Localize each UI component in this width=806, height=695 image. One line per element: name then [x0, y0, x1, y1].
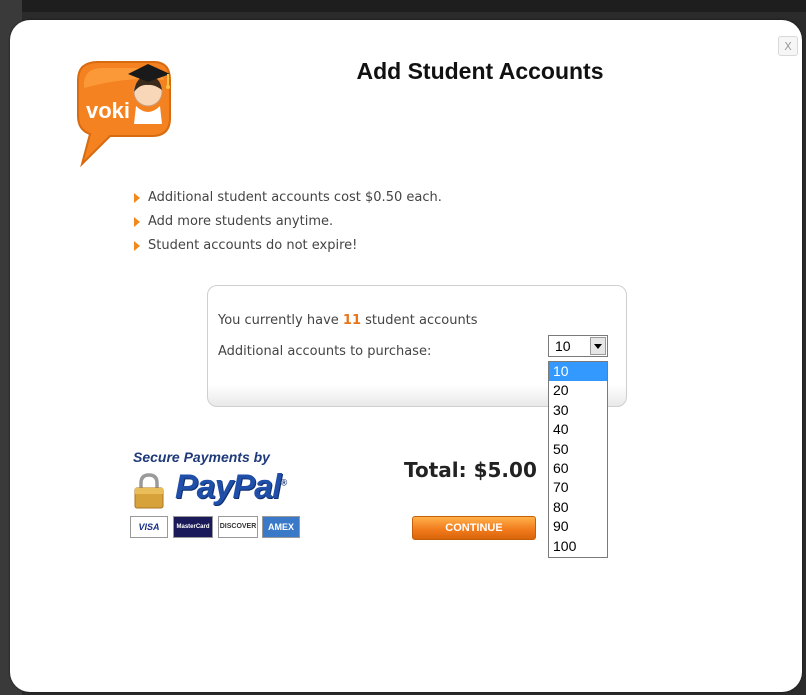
- continue-button[interactable]: CONTINUE: [412, 516, 536, 540]
- quantity-dropdown-list: 10 20 30 40 50 60 70 80 90 100: [548, 361, 608, 558]
- mastercard-card-icon: MasterCard: [173, 516, 213, 538]
- bullet-item: Student accounts do not expire!: [132, 234, 442, 258]
- dropdown-option[interactable]: 10: [549, 362, 607, 382]
- chevron-down-icon[interactable]: [590, 337, 606, 355]
- dialog-title: Add Student Accounts: [356, 58, 604, 84]
- triangle-bullet-icon: [134, 241, 140, 251]
- accounts-quantity-select[interactable]: 10: [548, 335, 608, 357]
- select-value: 10: [555, 338, 571, 354]
- dropdown-option[interactable]: 50: [549, 440, 607, 459]
- triangle-bullet-icon: [134, 217, 140, 227]
- purchase-label: Additional accounts to purchase:: [218, 344, 432, 359]
- bullet-text: Add more students anytime.: [148, 214, 334, 229]
- info-bullet-list: Additional student accounts cost $0.50 e…: [132, 186, 442, 258]
- voki-logo: voki: [77, 61, 171, 168]
- dropdown-option[interactable]: 30: [549, 401, 607, 420]
- current-suffix: student accounts: [365, 313, 478, 328]
- backdrop: [0, 0, 806, 12]
- current-account-count: 11: [342, 313, 362, 328]
- dropdown-option[interactable]: 70: [549, 478, 607, 497]
- dropdown-option[interactable]: 20: [549, 381, 607, 400]
- triangle-bullet-icon: [134, 193, 140, 203]
- bullet-text: Additional student accounts cost $0.50 e…: [148, 190, 442, 205]
- registered-mark: ®: [280, 477, 288, 488]
- visa-card-icon: VISA: [130, 516, 168, 538]
- bullet-item: Add more students anytime.: [132, 210, 442, 234]
- discover-card-icon: DISCOVER: [218, 516, 258, 538]
- paypal-logo: PayPal®: [175, 468, 288, 507]
- bullet-item: Additional student accounts cost $0.50 e…: [132, 186, 442, 210]
- dropdown-option[interactable]: 40: [549, 420, 607, 439]
- dropdown-option[interactable]: 100: [549, 537, 607, 556]
- bullet-text: Student accounts do not expire!: [148, 238, 358, 253]
- current-accounts-text: You currently have 11 student accounts: [218, 313, 478, 328]
- dropdown-option[interactable]: 80: [549, 498, 607, 517]
- current-prefix: You currently have: [218, 313, 339, 328]
- logo-text: voki: [86, 98, 130, 123]
- dropdown-option[interactable]: 90: [549, 517, 607, 536]
- lock-icon: [134, 473, 164, 509]
- total-amount: Total: $5.00: [404, 458, 537, 482]
- amex-card-icon: AMEX: [262, 516, 300, 538]
- dropdown-option[interactable]: 60: [549, 459, 607, 478]
- close-button[interactable]: X: [778, 36, 798, 56]
- secure-payments-text: Secure Payments by: [133, 449, 270, 465]
- paypal-text: PayPal: [175, 468, 282, 506]
